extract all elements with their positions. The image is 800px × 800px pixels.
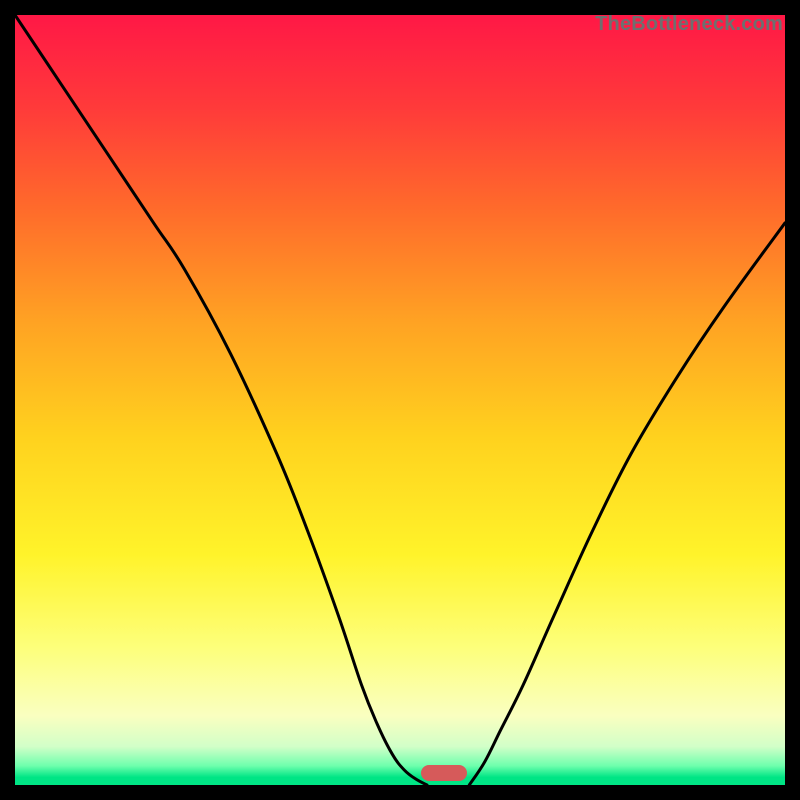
bottleneck-curve — [15, 15, 785, 785]
curve-left-branch — [15, 15, 427, 785]
chart-frame: TheBottleneck.com — [15, 15, 785, 785]
curve-right-branch — [469, 223, 785, 785]
optimum-marker — [421, 765, 467, 781]
